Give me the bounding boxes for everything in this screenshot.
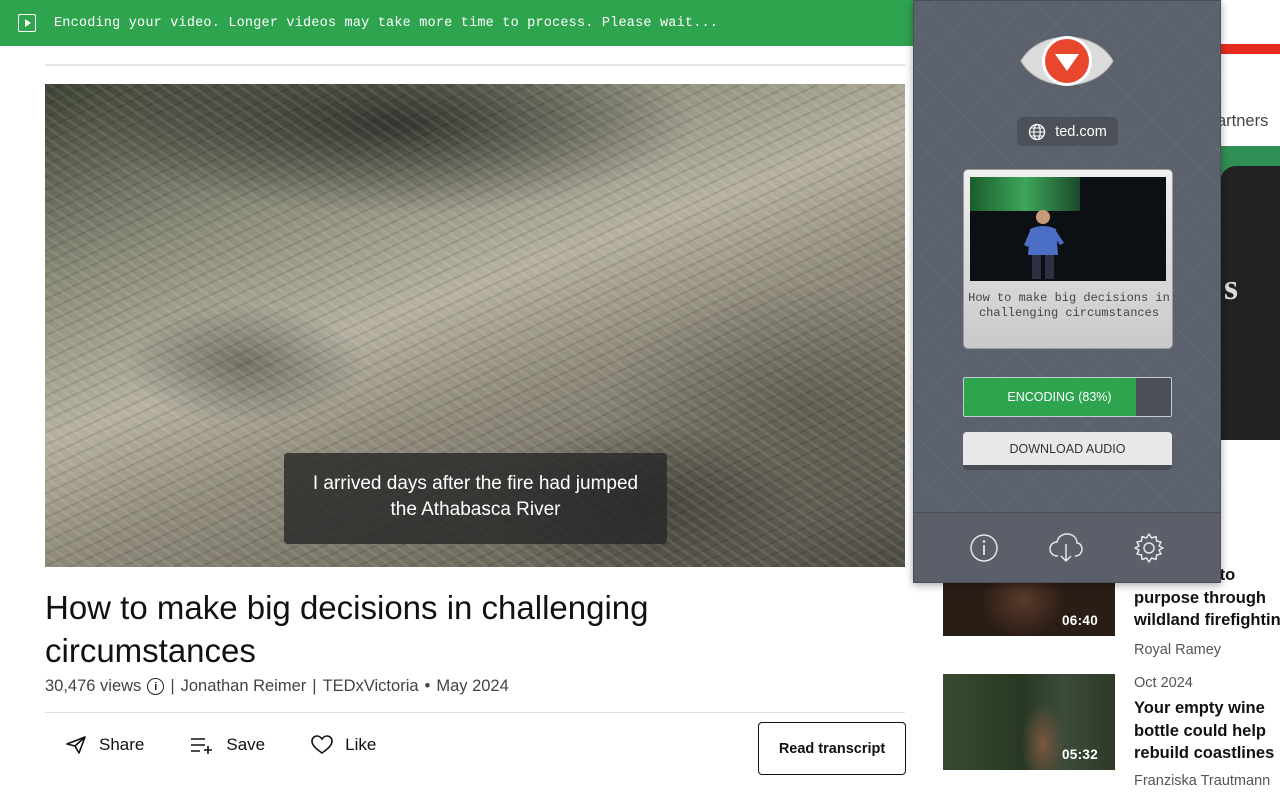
sponsor-ad[interactable]: s: [1220, 146, 1280, 440]
event-name[interactable]: TEDxVictoria: [323, 677, 419, 696]
video-thumbnail: [970, 177, 1166, 281]
video-player[interactable]: I arrived days after the fire had jumped…: [45, 84, 905, 567]
share-label: Share: [99, 735, 145, 754]
like-button[interactable]: Like: [311, 735, 376, 755]
ad-panel: s: [1220, 166, 1280, 440]
cloud-download-icon[interactable]: [1048, 532, 1084, 564]
save-label: Save: [226, 735, 266, 754]
header-divider: [45, 64, 905, 66]
related-title-line: purpose through: [1134, 588, 1266, 607]
talk-meta: 30,476 views i | Jonathan Reimer | TEDxV…: [45, 677, 509, 696]
encoding-progress-bar: ENCODING (83%): [963, 377, 1172, 417]
eye-logo-icon: [1020, 36, 1114, 86]
video-card-title: How to make big decisions in challenging…: [968, 291, 1170, 320]
duration-badge: 05:32: [1061, 747, 1098, 762]
save-button[interactable]: Save: [190, 735, 265, 755]
header-accent-bar: [1220, 44, 1280, 54]
downloader-popup: ted.com How to make big decisions in cha…: [913, 0, 1221, 583]
encoding-progress-label: ENCODING (83%): [1007, 390, 1112, 404]
related-speaker: Royal Ramey: [1134, 641, 1222, 658]
related-thumbnail[interactable]: 05:32: [943, 674, 1115, 770]
gear-icon[interactable]: [1133, 532, 1165, 564]
related-item-text[interactable]: Oct 2024 Your empty wine bottle could he…: [1134, 675, 1274, 789]
related-speaker: Franziska Trautmann: [1134, 772, 1271, 789]
playlist-add-icon: [191, 738, 213, 754]
talk-date: May 2024: [436, 677, 509, 695]
meta-separator: |: [312, 677, 317, 695]
related-title-line: wildland firefightin: [1134, 611, 1280, 629]
info-icon[interactable]: i: [147, 678, 165, 695]
stage-screen: [970, 177, 1080, 211]
speaker-name[interactable]: Jonathan Reimer: [181, 677, 307, 696]
video-caption: I arrived days after the fire had jumped…: [284, 453, 667, 544]
meta-bullet: •: [424, 677, 431, 695]
share-button[interactable]: Share: [65, 735, 144, 755]
partners-label: artners: [1217, 112, 1269, 130]
globe-icon: [1029, 123, 1046, 140]
meta-separator: |: [170, 677, 175, 695]
talk-actions: Share Save Like: [65, 735, 376, 755]
caption-line-1: I arrived days after the fire had jumped: [312, 473, 639, 494]
caption-line-2: the Athabasca River: [390, 499, 561, 520]
related-title-line: rebuild coastlines: [1134, 744, 1275, 762]
related-title-line: bottle could help: [1134, 721, 1266, 740]
duration-badge: 06:40: [1061, 613, 1098, 628]
video-icon: [18, 14, 36, 32]
download-audio-button[interactable]: DOWNLOAD AUDIO: [963, 432, 1172, 470]
speaker-figure: [1024, 210, 1064, 279]
like-label: Like: [345, 735, 377, 754]
share-icon: [66, 736, 86, 754]
ad-text: s: [1224, 267, 1239, 307]
site-name: ted.com: [1055, 123, 1107, 140]
actions-divider: [45, 712, 905, 713]
popup-footer: [914, 512, 1220, 582]
video-card: How to make big decisions in challenging…: [963, 169, 1173, 349]
encoding-message: Encoding your video. Longer videos may t…: [54, 15, 719, 31]
related-title-line: Your empty wine: [1134, 699, 1265, 717]
read-transcript-button[interactable]: Read transcript: [758, 722, 906, 775]
encoding-banner: Encoding your video. Longer videos may t…: [0, 0, 913, 46]
heart-icon: [311, 735, 333, 754]
info-icon[interactable]: [969, 533, 999, 563]
view-count: 30,476 views: [45, 677, 142, 695]
site-badge: ted.com: [1017, 117, 1118, 146]
related-date: Oct 2024: [1134, 675, 1193, 691]
talk-title: How to make big decisions in challenging…: [45, 589, 649, 669]
